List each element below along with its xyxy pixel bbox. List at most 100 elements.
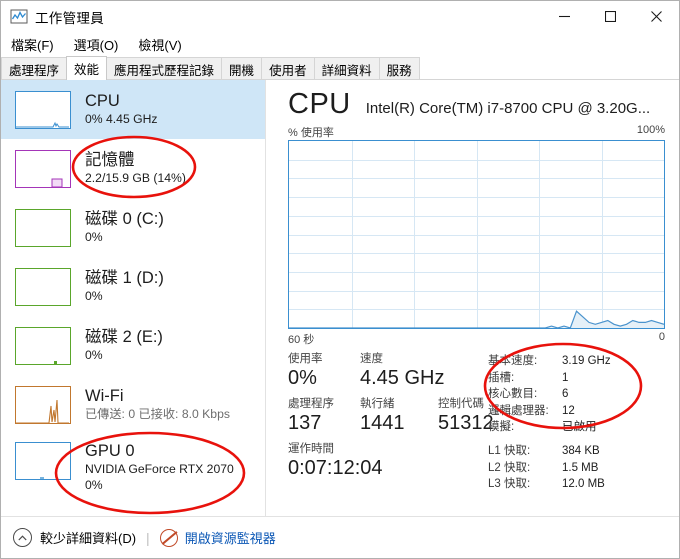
sidebar-item-memory[interactable]: 記憶體 2.2/15.9 GB (14%) [1, 139, 265, 198]
stat-value: 4.45 GHz [360, 367, 445, 389]
sidebar-item-sub: 0% [85, 289, 103, 303]
sidebar-item-label: GPU 0 [85, 442, 135, 460]
memory-mini-graph-icon [15, 149, 71, 188]
spec-l1-cache: L1 快取: 384 KB [488, 443, 678, 460]
cpu-mini-graph-icon [15, 90, 71, 129]
stats-row-2: 處理程序 137 執行緒 1441 控制代碼 51312 [288, 397, 503, 435]
wifi-mini-graph-icon [15, 385, 71, 424]
sidebar-item-disk-2[interactable]: 磁碟 2 (E:) 0% [1, 316, 265, 375]
spec-sockets: 插槽: 1 [488, 370, 678, 387]
tab-app-history[interactable]: 應用程式歷程記錄 [106, 57, 223, 80]
cpu-model: Intel(R) Core(TM) i7-8700 CPU @ 3.20G... [365, 100, 651, 117]
spec-key: L1 快取: [488, 444, 531, 457]
sidebar-item-sub: 0% [85, 230, 103, 244]
fewer-details-label: 較少詳細資料(D) [40, 531, 137, 546]
sidebar-item-disk-1[interactable]: 磁碟 1 (D:) 0% [1, 257, 265, 316]
spec-key: 基本速度: [488, 355, 538, 367]
stat-value: 1441 [360, 412, 405, 434]
stat-label: 處理程序 [288, 398, 334, 410]
graph-top-axis: % 使用率 100% [288, 124, 665, 140]
stat-label: 運作時間 [288, 443, 334, 455]
spec-value: 1.5 MB [562, 461, 599, 474]
tab-services[interactable]: 服務 [378, 57, 420, 80]
cpu-stats-group: 使用率 0% 速度 4.45 GHz 處理程序 137 執行緒 1441 控制代… [288, 352, 503, 487]
spec-l3-cache: L3 快取: 12.0 MB [488, 476, 678, 493]
tab-startup[interactable]: 開機 [221, 57, 263, 80]
sidebar-item-label: CPU [85, 92, 120, 110]
resource-monitor-icon [159, 528, 178, 547]
status-separator: | [146, 529, 150, 546]
stat-processes: 處理程序 137 [288, 397, 360, 435]
menu-file[interactable]: 檔案(F) [11, 35, 54, 54]
sidebar-item-disk-0[interactable]: 磁碟 0 (C:) 0% [1, 198, 265, 257]
tab-users[interactable]: 使用者 [261, 57, 315, 80]
stat-label: 控制代碼 [438, 398, 484, 410]
cpu-detail-panel: CPU Intel(R) Core(TM) i7-8700 CPU @ 3.20… [266, 80, 679, 516]
cpu-specs-list: 基本速度: 3.19 GHz 插槽: 1 核心數目: 6 邏輯處理器: 12 模… [488, 353, 678, 493]
graph-x-axis-right: 0 [658, 331, 665, 343]
cpu-header: CPU Intel(R) Core(TM) i7-8700 CPU @ 3.20… [288, 87, 650, 121]
tab-details[interactable]: 詳細資料 [313, 57, 380, 80]
stat-value: 137 [288, 412, 322, 434]
fewer-details-button[interactable]: 較少詳細資料(D) [13, 528, 136, 547]
sidebar-item-sub: 0% 4.45 GHz [85, 112, 158, 126]
spec-value: 384 KB [562, 444, 600, 457]
disk-mini-graph-icon [15, 326, 71, 365]
sidebar-item-gpu-0[interactable]: GPU 0 NVIDIA GeForce RTX 2070 0% [1, 434, 265, 500]
spec-value: 12.0 MB [562, 478, 605, 491]
stat-label: 速度 [360, 353, 383, 365]
window-controls [541, 1, 679, 32]
minimize-button[interactable] [541, 1, 587, 32]
tab-processes[interactable]: 處理程序 [1, 57, 68, 80]
spec-key: L3 快取: [488, 478, 531, 491]
stat-value: 51312 [438, 412, 494, 434]
maximize-button[interactable] [587, 1, 633, 32]
title-bar: 工作管理員 [1, 1, 679, 32]
menu-view[interactable]: 檢視(V) [138, 35, 181, 54]
sidebar-item-sub: 2.2/15.9 GB (14%) [85, 171, 186, 185]
spec-key: L2 快取: [488, 461, 531, 474]
window-title: 工作管理員 [35, 10, 104, 26]
open-resource-monitor-label: 開啟資源監視器 [184, 531, 276, 546]
cpu-utilization-graph[interactable] [288, 140, 665, 329]
resource-sidebar: CPU 0% 4.45 GHz 記憶體 2.2/15.9 GB (14%) 磁碟… [1, 80, 265, 516]
spec-logical-processors: 邏輯處理器: 12 [488, 403, 678, 420]
sidebar-item-label: 磁碟 2 (E:) [85, 328, 163, 346]
sidebar-item-label: 磁碟 0 (C:) [85, 210, 164, 228]
spec-value: 6 [562, 388, 569, 401]
spec-value: 已啟用 [562, 421, 597, 434]
sidebar-item-sub: NVIDIA GeForce RTX 2070 [85, 462, 234, 476]
status-bar: 較少詳細資料(D) | 開啟資源監視器 [1, 516, 679, 558]
stat-uptime: 運作時間 0:07:12:04 [288, 442, 383, 480]
disk-mini-graph-icon [15, 267, 71, 306]
stat-utilization: 使用率 0% [288, 352, 360, 390]
spec-cores: 核心數目: 6 [488, 386, 678, 403]
task-manager-icon [10, 8, 28, 25]
spec-value: 1 [562, 371, 569, 384]
sidebar-item-wifi[interactable]: Wi-Fi 已傳送: 0 已接收: 8.0 Kbps [1, 375, 265, 434]
stat-label: 執行緒 [360, 398, 395, 410]
sidebar-item-sub: 0% [85, 348, 103, 362]
tab-performance[interactable]: 效能 [66, 56, 108, 80]
spec-key: 核心數目: [488, 388, 538, 401]
sidebar-item-sub: 已傳送: 0 已接收: 8.0 Kbps [85, 407, 230, 421]
menu-options[interactable]: 選項(O) [74, 35, 119, 54]
close-button[interactable] [633, 1, 679, 32]
stats-row-1: 使用率 0% 速度 4.45 GHz [288, 352, 503, 390]
graph-y-axis-max: 100% [636, 124, 665, 136]
graph-y-axis-label: % 使用率 [288, 127, 334, 139]
content-area: CPU 0% 4.45 GHz 記憶體 2.2/15.9 GB (14%) 磁碟… [1, 80, 679, 516]
stat-value: 0:07:12:04 [288, 457, 383, 479]
sidebar-item-sub2: 0% [85, 478, 103, 492]
page-title: CPU [288, 88, 351, 120]
task-manager-window: 工作管理員 檔案(F) 選項(O) 檢視(V) 處理程序 效能 應用程式歷程記錄… [0, 0, 680, 559]
menu-bar: 檔案(F) 選項(O) 檢視(V) [1, 32, 679, 56]
open-resource-monitor-button[interactable]: 開啟資源監視器 [159, 528, 276, 547]
spec-key: 邏輯處理器: [488, 404, 549, 417]
gpu-mini-graph-icon [15, 442, 71, 480]
spec-key: 模擬: [488, 421, 515, 434]
sidebar-item-cpu[interactable]: CPU 0% 4.45 GHz [1, 80, 265, 139]
sidebar-item-label: Wi-Fi [85, 387, 124, 405]
disk-mini-graph-icon [15, 208, 71, 247]
stats-row-3: 運作時間 0:07:12:04 [288, 442, 503, 480]
